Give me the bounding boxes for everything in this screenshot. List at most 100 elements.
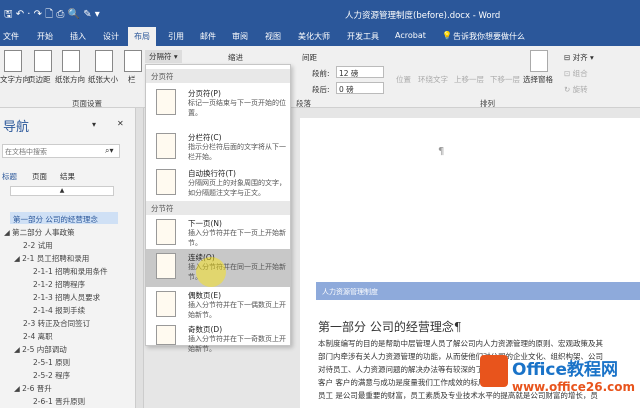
rotate-label: 旋转 xyxy=(572,85,588,94)
align-button[interactable]: ⊟ 对齐 ▾ xyxy=(564,52,594,63)
nav-item[interactable]: 2-3 转正及合同签订 xyxy=(23,318,90,329)
tab-beautify[interactable]: 美化大师 xyxy=(298,31,330,42)
body-line[interactable]: 本制度编写的目的是帮助中层管理人员了解公司内人力资源管理的原则、宏观政策及其 xyxy=(318,338,603,349)
menu-item-continuous[interactable]: 连续(O) 插入分节符并在同一页上开始新节。 xyxy=(146,249,290,287)
breaks-button[interactable]: 分隔符 ▾ xyxy=(145,50,182,63)
margins-icon xyxy=(34,50,52,72)
continuous-icon xyxy=(156,253,176,279)
group-button[interactable]: ⊡ 组合 xyxy=(564,68,588,79)
tab-developer[interactable]: 开发工具 xyxy=(347,31,379,42)
position-button[interactable]: 位置 xyxy=(396,74,411,85)
ribbon-tabs: 文件 开始 插入 设计 布局 引用 邮件 审阅 视图 美化大师 开发工具 Acr… xyxy=(0,27,640,46)
nav-item[interactable]: 2-5-1 原则 xyxy=(33,357,70,368)
nav-item[interactable]: 2-1-4 报到手续 xyxy=(33,305,85,316)
body-line[interactable]: 对待员工、人力资源问题的解决办法等有较深的了解。 xyxy=(318,364,498,375)
breaks-dropdown-menu: 分页符 分页符(P) 标记一页结束与下一页开始的位置。 分栏符(C) 指示分栏符后面… xyxy=(145,64,291,353)
align-label: 对齐 xyxy=(572,53,588,62)
nav-search-input[interactable]: 在文档中搜索 ⌕▾ xyxy=(2,144,120,158)
cursor-highlight xyxy=(196,257,226,287)
menu-item-desc: 插入分节符并在下一偶数页上开始新节。 xyxy=(188,301,286,319)
tab-layout[interactable]: 布局 xyxy=(128,27,156,46)
title-bar: 🖫 ↶ · ↷ 🗋 ⎙ 🔍 ✎ ▾ 人力资源管理制度(before).docx … xyxy=(0,0,640,27)
text-direction-icon xyxy=(4,50,22,72)
tab-review[interactable]: 审阅 xyxy=(232,31,248,42)
search-placeholder: 在文档中搜索 xyxy=(5,148,47,156)
nav-item[interactable]: ◢ 2-5 内部调动 xyxy=(14,344,67,355)
body-line[interactable]: 客户 客户的满意与成功是度量我们工作成效的标尺¶ xyxy=(318,377,490,388)
nav-item-label: 2-5 内部调动 xyxy=(22,345,67,354)
rotate-button[interactable]: ↻ 旋转 xyxy=(564,84,588,95)
size-icon xyxy=(95,50,113,72)
next-page-icon xyxy=(156,219,176,245)
orientation-button[interactable]: 纸张方向 xyxy=(55,74,85,85)
menu-item-desc: 指示分栏符后面的文字将从下一栏开始。 xyxy=(188,143,286,161)
window-title: 人力资源管理制度(before).docx - Word xyxy=(345,11,501,21)
pilcrow: ¶ xyxy=(438,146,445,157)
column-break-icon xyxy=(156,133,176,159)
nav-item[interactable]: 2-4 离职 xyxy=(23,331,53,342)
tab-results[interactable]: 结果 xyxy=(60,171,75,182)
tell-me-box[interactable]: 告诉我你想要做什么 xyxy=(453,31,525,42)
tab-references[interactable]: 引用 xyxy=(168,31,184,42)
indent-label: 缩进 xyxy=(228,53,243,62)
menu-item-desc: 分隔网页上的对象周围的文字，如分隔题注文字与正文。 xyxy=(188,179,286,197)
nav-item[interactable]: 2-2 试用 xyxy=(23,240,53,251)
tab-view[interactable]: 视图 xyxy=(265,31,281,42)
spacing-label: 间距 xyxy=(302,53,317,62)
navigation-pane: 导航 ▾ ✕ 在文档中搜索 ⌕▾ 标题 页面 结果 ▲ 第一部分 公司的经营理念… xyxy=(0,108,136,408)
collapse-button[interactable]: ▲ xyxy=(10,186,114,196)
nav-title: 导航 xyxy=(3,120,30,135)
nav-item-label: 2-6 晋升 xyxy=(22,384,52,393)
header-text: 人力资源管理制度 xyxy=(322,288,378,296)
page-break-icon xyxy=(156,89,176,115)
tab-pages[interactable]: 页面 xyxy=(32,171,47,182)
search-icon[interactable]: ⌕▾ xyxy=(105,146,114,156)
tab-acrobat[interactable]: Acrobat xyxy=(395,31,426,40)
columns-icon xyxy=(124,50,142,72)
tab-file[interactable]: 文件 xyxy=(3,31,19,42)
even-page-icon xyxy=(156,291,176,317)
menu-item-odd-page[interactable]: 奇数页(D) 插入分节符并在下一奇数页上开始新节。 xyxy=(146,321,290,353)
menu-item-page-break[interactable]: 分页符(P) 标记一页结束与下一页开始的位置。 xyxy=(146,85,290,129)
watermark-brand: Office教程网 xyxy=(512,360,619,380)
nav-item[interactable]: ◢ 2-6 晋升 xyxy=(14,383,52,394)
quick-access-toolbar[interactable]: 🖫 ↶ · ↷ 🗋 ⎙ 🔍 ✎ ▾ xyxy=(4,7,100,24)
space-after-input[interactable]: 0 磅 xyxy=(336,82,384,94)
lightbulb-icon: 💡 xyxy=(442,31,452,40)
selection-pane-button[interactable]: 选择窗格 xyxy=(523,74,553,85)
nav-options-icon[interactable]: ▾ xyxy=(92,120,96,129)
space-after-label: 段后: xyxy=(312,85,330,94)
close-icon[interactable]: ✕ xyxy=(117,119,124,128)
nav-item[interactable]: 2-1-2 招聘程序 xyxy=(33,279,85,290)
nav-item-label: 第二部分 人事政策 xyxy=(12,228,75,237)
wrap-text-button[interactable]: 环绕文字 xyxy=(418,74,448,85)
nav-item[interactable]: 2-6-1 晋升原则 xyxy=(33,396,85,407)
nav-item[interactable]: 2-1-1 招聘和录用条件 xyxy=(33,266,108,277)
size-button[interactable]: 纸张大小 xyxy=(88,74,118,85)
document-heading[interactable]: 第一部分 公司的经营理念¶ xyxy=(318,318,461,335)
tab-home[interactable]: 开始 xyxy=(37,31,53,42)
section-breaks-header: 分节符 xyxy=(146,201,290,215)
send-backward-button[interactable]: 下移一层 xyxy=(490,74,520,85)
text-direction-button[interactable]: 文字方向 xyxy=(0,74,30,85)
paragraph-group-label: 段落 xyxy=(296,99,311,108)
selection-pane-icon xyxy=(530,50,548,72)
nav-item[interactable]: ◢ 2-1 员工招聘和录用 xyxy=(14,253,89,264)
space-before-input[interactable]: 12 磅 xyxy=(336,66,384,78)
tab-mailings[interactable]: 邮件 xyxy=(200,31,216,42)
nav-item[interactable]: 第一部分 公司的经营理念 xyxy=(13,214,98,225)
arrange-group-label: 排列 xyxy=(480,99,495,108)
watermark-url: www.office26.com xyxy=(512,380,636,394)
nav-item[interactable]: 2-1-3 招聘人员要求 xyxy=(33,292,100,303)
margins-button[interactable]: 页边距 xyxy=(28,74,51,85)
menu-item-desc: 标记一页结束与下一页开始的位置。 xyxy=(188,99,286,117)
nav-item[interactable]: ◢ 第二部分 人事政策 xyxy=(4,227,75,238)
tab-insert[interactable]: 插入 xyxy=(70,31,86,42)
group-label: 组合 xyxy=(572,69,588,78)
tab-headings[interactable]: 标题 xyxy=(2,171,17,182)
bring-forward-button[interactable]: 上移一层 xyxy=(454,74,484,85)
nav-item[interactable]: 2-5-2 程序 xyxy=(33,370,70,381)
odd-page-icon xyxy=(156,325,176,345)
columns-button[interactable]: 栏 xyxy=(128,74,136,85)
tab-design[interactable]: 设计 xyxy=(103,31,119,42)
